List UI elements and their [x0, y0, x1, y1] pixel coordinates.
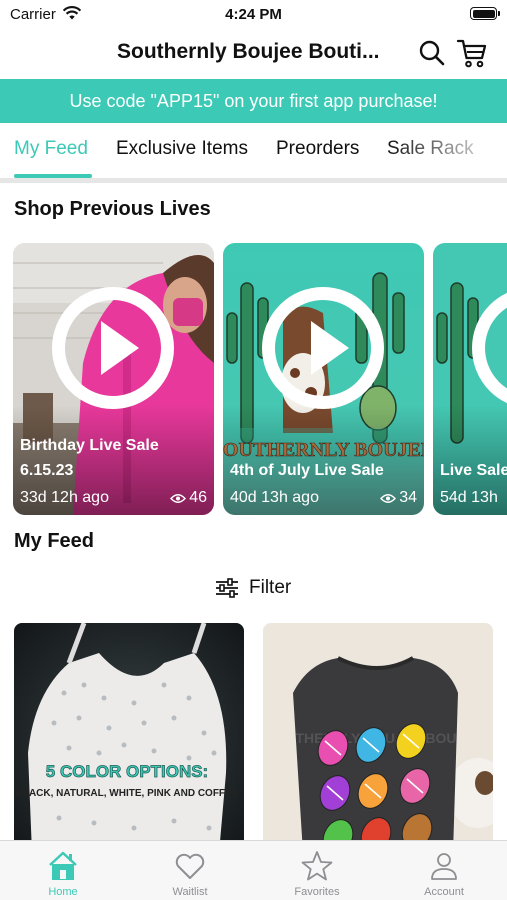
- product-image: THERNLY BOUJEE BOU: [263, 623, 493, 853]
- tabs-divider: [0, 178, 507, 183]
- tabbar-label: Home: [48, 886, 78, 898]
- tabbar-item-favorites[interactable]: Favorites: [254, 845, 380, 898]
- status-bar: Carrier 4:24 PM: [0, 0, 507, 30]
- live-title: Birthday Live Sale 6.15.23: [20, 437, 159, 479]
- live-views: 46: [170, 489, 207, 507]
- search-icon[interactable]: [418, 39, 446, 67]
- person-icon: [431, 853, 457, 880]
- bottom-tab-bar: Home Waitlist Favorites Account: [0, 840, 507, 900]
- play-icon[interactable]: [52, 287, 174, 409]
- tabbar-item-home[interactable]: Home: [0, 845, 126, 898]
- home-icon: [49, 851, 77, 880]
- category-tabs: My Feed Exclusive Items Preorders Sale R…: [0, 123, 507, 179]
- cart-icon[interactable]: [456, 37, 488, 69]
- previous-lives-heading: Shop Previous Lives: [14, 198, 211, 220]
- live-card[interactable]: Birthday Live Sale 6.15.23 33d 12h ago 4…: [13, 243, 214, 515]
- header: Southernly Boujee Bouti...: [0, 30, 507, 78]
- live-card[interactable]: SOUTHERNLY BOUJEE 4th of July Live Sale …: [223, 243, 424, 515]
- live-views-count: 34: [399, 489, 417, 506]
- product-overlay-subtext: BLACK, NATURAL, WHITE, PINK AND COFFEE: [16, 788, 239, 799]
- tab-my-feed[interactable]: My Feed: [14, 138, 88, 160]
- battery-icon: [470, 7, 500, 20]
- previous-lives-carousel[interactable]: Birthday Live Sale 6.15.23 33d 12h ago 4…: [0, 243, 507, 515]
- product-card[interactable]: THERNLY BOUJEE BOU: [263, 623, 493, 853]
- live-time-ago: 40d 13h ago: [230, 489, 319, 506]
- heart-icon: [175, 853, 205, 879]
- tabbar-label: Account: [424, 886, 464, 898]
- page-title: Southernly Boujee Bouti...: [117, 40, 380, 63]
- filter-button[interactable]: Filter: [215, 574, 291, 602]
- tabbar-item-account[interactable]: Account: [381, 845, 507, 898]
- live-time-ago: 33d 12h ago: [20, 489, 109, 506]
- eye-icon: [170, 493, 187, 503]
- live-title: 4th of July Live Sale: [230, 462, 384, 479]
- product-image: 5 COLOR OPTIONS: BLACK, NATURAL, WHITE, …: [14, 623, 244, 853]
- live-views: 34: [380, 489, 417, 507]
- live-title: Live Sale: [440, 462, 507, 479]
- tabbar-item-waitlist[interactable]: Waitlist: [127, 845, 253, 898]
- play-icon[interactable]: [262, 287, 384, 409]
- star-icon: [301, 851, 333, 881]
- promo-banner[interactable]: Use code "APP15" on your first app purch…: [0, 79, 507, 123]
- my-feed-heading: My Feed: [14, 530, 95, 552]
- sliders-icon: [216, 578, 238, 598]
- filter-label: Filter: [249, 577, 292, 598]
- tabbar-label: Waitlist: [172, 886, 208, 898]
- tab-exclusive-items[interactable]: Exclusive Items: [116, 138, 248, 160]
- product-overlay-heading: 5 COLOR OPTIONS:: [46, 762, 208, 781]
- live-views-count: 46: [189, 489, 207, 506]
- product-card[interactable]: 5 COLOR OPTIONS: BLACK, NATURAL, WHITE, …: [14, 623, 244, 853]
- live-card[interactable]: Live Sale 54d 13h: [433, 243, 507, 515]
- eye-icon: [380, 493, 397, 503]
- tab-preorders[interactable]: Preorders: [276, 138, 359, 160]
- clock: 4:24 PM: [225, 6, 282, 23]
- tab-sale-rack[interactable]: Sale Rack: [387, 138, 474, 160]
- tabbar-label: Favorites: [294, 886, 340, 898]
- live-time-ago: 54d 13h: [440, 489, 498, 506]
